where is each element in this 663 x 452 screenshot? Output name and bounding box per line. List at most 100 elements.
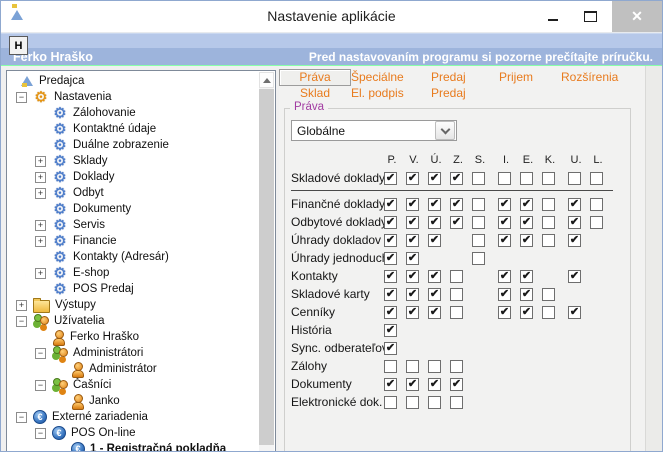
matrix-checkbox[interactable]: ✔: [498, 216, 511, 229]
tree-item[interactable]: −⚙Nastavenia: [8, 89, 259, 105]
rights-scope-select[interactable]: Globálne: [291, 120, 457, 141]
tab-predaj[interactable]: Predaj: [431, 70, 499, 84]
matrix-checkbox[interactable]: [472, 216, 485, 229]
matrix-checkbox[interactable]: ✔: [428, 288, 441, 301]
tree-item[interactable]: Janko: [8, 393, 259, 409]
expander-minus-icon[interactable]: −: [35, 380, 46, 391]
matrix-checkbox[interactable]: ✔: [428, 306, 441, 319]
expander-minus-icon[interactable]: −: [16, 412, 27, 423]
matrix-checkbox[interactable]: ✔: [384, 216, 397, 229]
tree-scrollbar[interactable]: [259, 72, 274, 452]
tab-el-podpis[interactable]: El. podpis: [351, 86, 431, 100]
matrix-checkbox[interactable]: ✔: [384, 270, 397, 283]
matrix-checkbox[interactable]: ✔: [520, 270, 533, 283]
tree-item[interactable]: +⚙Sklady: [8, 153, 259, 169]
matrix-checkbox[interactable]: ✔: [384, 172, 397, 185]
matrix-checkbox[interactable]: ✔: [406, 270, 419, 283]
matrix-checkbox[interactable]: ✔: [498, 288, 511, 301]
matrix-checkbox[interactable]: ✔: [384, 288, 397, 301]
matrix-checkbox[interactable]: ✔: [384, 342, 397, 355]
matrix-checkbox[interactable]: ✔: [406, 198, 419, 211]
expander-minus-icon[interactable]: −: [35, 428, 46, 439]
expander-plus-icon[interactable]: +: [35, 172, 46, 183]
tab-sklad[interactable]: Sklad: [279, 86, 351, 100]
matrix-checkbox[interactable]: [542, 234, 555, 247]
matrix-checkbox[interactable]: ✔: [450, 216, 463, 229]
matrix-checkbox[interactable]: [520, 172, 533, 185]
expander-plus-icon[interactable]: +: [35, 236, 46, 247]
tree-item[interactable]: −Čašníci: [8, 377, 259, 393]
tree-item[interactable]: ⚙Zálohovanie: [8, 105, 259, 121]
matrix-checkbox[interactable]: [590, 172, 603, 185]
matrix-checkbox[interactable]: ✔: [450, 378, 463, 391]
tree-item[interactable]: ⚙Kontaktné údaje: [8, 121, 259, 137]
matrix-checkbox[interactable]: [406, 360, 419, 373]
tree-item[interactable]: ⚙Kontakty (Adresár): [8, 249, 259, 265]
matrix-checkbox[interactable]: ✔: [520, 198, 533, 211]
matrix-checkbox[interactable]: ✔: [520, 288, 533, 301]
matrix-checkbox[interactable]: ✔: [384, 234, 397, 247]
matrix-checkbox[interactable]: ✔: [406, 288, 419, 301]
tree-item[interactable]: ⚙POS Predaj: [8, 281, 259, 297]
matrix-checkbox[interactable]: [428, 360, 441, 373]
matrix-checkbox[interactable]: [384, 396, 397, 409]
tree-item[interactable]: +⚙Odbyt: [8, 185, 259, 201]
matrix-checkbox[interactable]: ✔: [406, 306, 419, 319]
matrix-checkbox[interactable]: ✔: [428, 234, 441, 247]
matrix-checkbox[interactable]: [542, 198, 555, 211]
select-dropdown-button[interactable]: [435, 121, 455, 140]
matrix-checkbox[interactable]: ✔: [568, 216, 581, 229]
matrix-checkbox[interactable]: ✔: [406, 378, 419, 391]
matrix-checkbox[interactable]: [568, 172, 581, 185]
matrix-checkbox[interactable]: [450, 270, 463, 283]
matrix-checkbox[interactable]: ✔: [406, 252, 419, 265]
matrix-checkbox[interactable]: ✔: [520, 216, 533, 229]
minimize-button[interactable]: [538, 1, 568, 32]
matrix-checkbox[interactable]: [450, 306, 463, 319]
matrix-checkbox[interactable]: ✔: [406, 216, 419, 229]
matrix-checkbox[interactable]: ✔: [568, 198, 581, 211]
matrix-checkbox[interactable]: ✔: [520, 234, 533, 247]
expander-minus-icon[interactable]: −: [16, 316, 27, 327]
tab--peci-lne[interactable]: Špeciálne: [351, 70, 431, 84]
matrix-checkbox[interactable]: ✔: [384, 306, 397, 319]
matrix-checkbox[interactable]: ✔: [428, 172, 441, 185]
h-tab[interactable]: H: [9, 36, 28, 55]
matrix-checkbox[interactable]: [472, 234, 485, 247]
expander-minus-icon[interactable]: −: [35, 348, 46, 359]
matrix-checkbox[interactable]: [542, 172, 555, 185]
close-button[interactable]: ✕: [612, 1, 662, 32]
matrix-checkbox[interactable]: [498, 172, 511, 185]
matrix-checkbox[interactable]: [450, 288, 463, 301]
tree-item[interactable]: Administrátor: [8, 361, 259, 377]
tree-item[interactable]: −Administrátori: [8, 345, 259, 361]
tree-item[interactable]: +Výstupy: [8, 297, 259, 313]
matrix-checkbox[interactable]: ✔: [428, 378, 441, 391]
matrix-checkbox[interactable]: ✔: [498, 234, 511, 247]
matrix-checkbox[interactable]: ✔: [498, 198, 511, 211]
tab-roz-renia[interactable]: Rozšírenia: [561, 70, 657, 84]
expander-plus-icon[interactable]: +: [35, 156, 46, 167]
expander-plus-icon[interactable]: +: [35, 268, 46, 279]
matrix-checkbox[interactable]: [450, 396, 463, 409]
maximize-button[interactable]: [575, 1, 605, 32]
tab-prijem[interactable]: Prijem: [499, 70, 561, 84]
matrix-checkbox[interactable]: [406, 396, 419, 409]
tree-item[interactable]: +⚙Financie: [8, 233, 259, 249]
matrix-checkbox[interactable]: [590, 216, 603, 229]
matrix-checkbox[interactable]: ✔: [406, 234, 419, 247]
tree-item[interactable]: ⚙Duálne zobrazenie: [8, 137, 259, 153]
tree-item[interactable]: −Užívatelia: [8, 313, 259, 329]
matrix-checkbox[interactable]: [542, 216, 555, 229]
matrix-checkbox[interactable]: [542, 288, 555, 301]
matrix-checkbox[interactable]: ✔: [384, 198, 397, 211]
matrix-checkbox[interactable]: ✔: [428, 216, 441, 229]
matrix-checkbox[interactable]: [450, 360, 463, 373]
tree-item[interactable]: ⚙Dokumenty: [8, 201, 259, 217]
tree-item[interactable]: −€Externé zariadenia: [8, 409, 259, 425]
matrix-checkbox[interactable]: [384, 360, 397, 373]
tab-predaj[interactable]: Predaj: [431, 86, 499, 100]
matrix-checkbox[interactable]: ✔: [568, 270, 581, 283]
matrix-checkbox[interactable]: ✔: [450, 172, 463, 185]
tree-item[interactable]: €1 - Registračná pokladňa: [8, 441, 259, 452]
